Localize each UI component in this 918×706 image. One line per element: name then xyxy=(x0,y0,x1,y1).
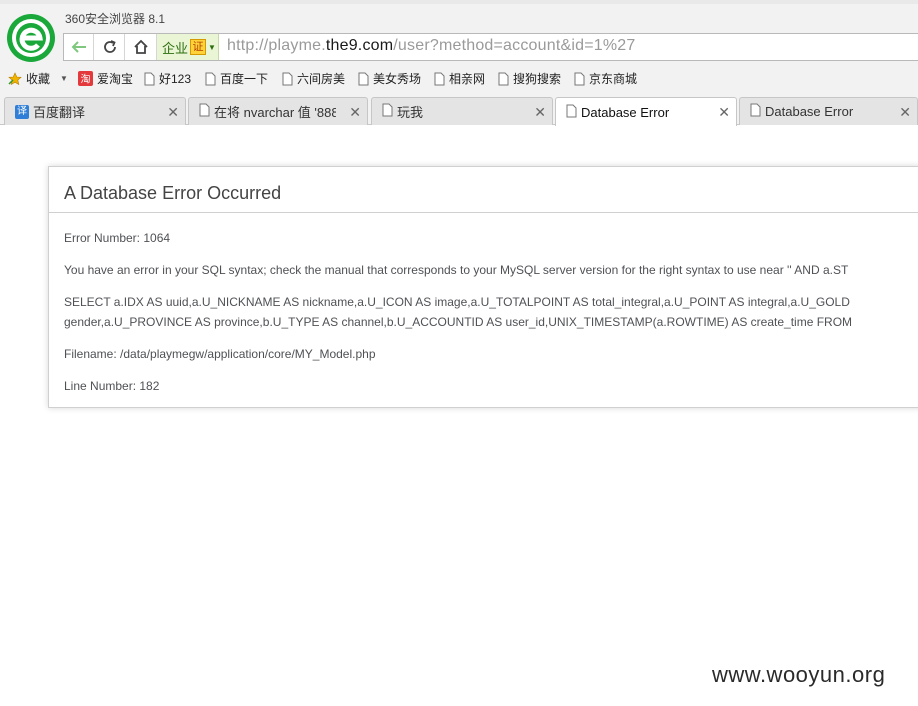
page-icon xyxy=(282,72,293,86)
tab-label: Database Error xyxy=(765,104,854,119)
bookmark-label: 六间房美 xyxy=(297,72,346,86)
bookmark-hao123[interactable]: 好123 xyxy=(144,70,191,87)
url-path: /user?method=account&id=1%27 xyxy=(393,37,636,54)
error-filename: Filename: /data/playmegw/application/cor… xyxy=(64,347,376,361)
close-icon[interactable]: ✕ xyxy=(899,104,911,121)
page-icon xyxy=(199,103,210,120)
reload-icon xyxy=(103,40,116,53)
tab-wanwo[interactable]: 玩我 ✕ xyxy=(371,97,553,125)
bookmark-jd[interactable]: 京东商城 xyxy=(574,70,637,87)
error-panel: A Database Error Occurred Error Number: … xyxy=(48,166,918,408)
page-icon xyxy=(205,72,216,86)
star-icon xyxy=(8,71,22,86)
reload-button[interactable] xyxy=(95,34,125,60)
url-prefix: http://playme. xyxy=(227,37,326,54)
error-query-line-1: SELECT a.IDX AS uuid,a.U_NICKNAME AS nic… xyxy=(64,295,850,309)
page-icon xyxy=(566,104,577,121)
bookmark-favorites[interactable]: 收藏 ▼ xyxy=(8,70,68,87)
url-input[interactable]: http://playme.the9.com/user?method=accou… xyxy=(227,37,636,55)
cert-label: 企业 xyxy=(162,40,189,56)
bookmarks-bar: 收藏 ▼ 淘 爱淘宝 好123 百度一下 六间房美 美女秀场 相亲网 搜狗搜索 … xyxy=(0,66,918,92)
page-icon xyxy=(574,72,585,86)
error-line-number: Line Number: 182 xyxy=(64,379,160,393)
error-number: Error Number: 1064 xyxy=(64,231,171,245)
cert-seal-icon: 证 xyxy=(190,39,207,55)
svg-text:淘: 淘 xyxy=(81,73,91,86)
back-button[interactable] xyxy=(64,34,94,60)
home-button[interactable] xyxy=(126,34,157,60)
bookmark-baidu[interactable]: 百度一下 xyxy=(205,70,268,87)
tab-strip: 译 百度翻译 ✕ 在将 nvarchar 值 '888' ✕ 玩我 ✕ Data… xyxy=(0,97,918,126)
url-host: the9.com xyxy=(325,37,394,54)
bookmark-xiangqin[interactable]: 相亲网 xyxy=(434,70,485,87)
bookmark-label: 好123 xyxy=(159,72,192,86)
page-icon xyxy=(434,72,445,86)
error-query-line-2: gender,a.U_PROVINCE AS province,b.U_TYPE… xyxy=(64,315,853,329)
back-arrow-icon xyxy=(71,41,86,53)
page-icon xyxy=(498,72,509,86)
tab-database-error[interactable]: Database Error ✕ xyxy=(739,97,918,125)
divider xyxy=(49,212,918,213)
bookmark-meinv[interactable]: 美女秀场 xyxy=(358,70,421,87)
bookmark-label: 美女秀场 xyxy=(373,72,422,86)
page-icon xyxy=(382,103,393,120)
home-icon xyxy=(134,39,148,54)
error-heading: A Database Error Occurred xyxy=(64,183,282,203)
bookmark-label: 搜狗搜索 xyxy=(513,72,562,86)
bookmark-6rooms[interactable]: 六间房美 xyxy=(282,70,345,87)
bookmark-label: 收藏 xyxy=(26,72,51,86)
bookmark-sogou[interactable]: 搜狗搜索 xyxy=(498,70,561,87)
address-bar: 企业 证 ▼ http://playme.the9.com/user?metho… xyxy=(63,33,918,61)
bookmark-aitaobao[interactable]: 淘 爱淘宝 xyxy=(78,70,133,87)
bookmark-label: 百度一下 xyxy=(220,72,269,86)
close-icon[interactable]: ✕ xyxy=(349,104,361,121)
certificate-badge[interactable]: 企业 证 ▼ xyxy=(157,34,219,60)
tab-database-error-active[interactable]: Database Error ✕ xyxy=(555,97,737,126)
page-icon xyxy=(358,72,369,86)
bookmark-label: 京东商城 xyxy=(589,72,638,86)
close-icon[interactable]: ✕ xyxy=(534,104,546,121)
tab-label: 在将 nvarchar 值 '888' xyxy=(214,105,336,120)
tab-baidu-fanyi[interactable]: 译 百度翻译 ✕ xyxy=(4,97,186,125)
page-icon xyxy=(750,103,761,120)
window-title: 360安全浏览器 8.1 xyxy=(65,12,166,26)
bookmark-label: 爱淘宝 xyxy=(97,72,134,86)
browser-logo-icon xyxy=(6,13,56,63)
taobao-icon: 淘 xyxy=(78,71,93,86)
watermark: www.wooyun.org xyxy=(712,662,886,687)
tab-label: 百度翻译 xyxy=(33,105,86,120)
close-icon[interactable]: ✕ xyxy=(167,104,179,121)
tab-nvarchar[interactable]: 在将 nvarchar 值 '888' ✕ xyxy=(188,97,368,125)
chevron-down-icon: ▼ xyxy=(208,42,216,52)
translate-icon: 译 xyxy=(15,104,29,119)
close-icon[interactable]: ✕ xyxy=(718,104,730,121)
page-icon xyxy=(144,72,155,86)
bookmark-label: 相亲网 xyxy=(449,72,486,86)
browser-chrome: 360安全浏览器 8.1 企业 证 ▼ http://playme.the9.c… xyxy=(0,0,918,126)
tab-label: 玩我 xyxy=(397,105,424,120)
tab-label: Database Error xyxy=(581,104,670,120)
chevron-down-icon[interactable]: ▼ xyxy=(60,74,68,83)
error-message: You have an error in your SQL syntax; ch… xyxy=(64,263,849,277)
